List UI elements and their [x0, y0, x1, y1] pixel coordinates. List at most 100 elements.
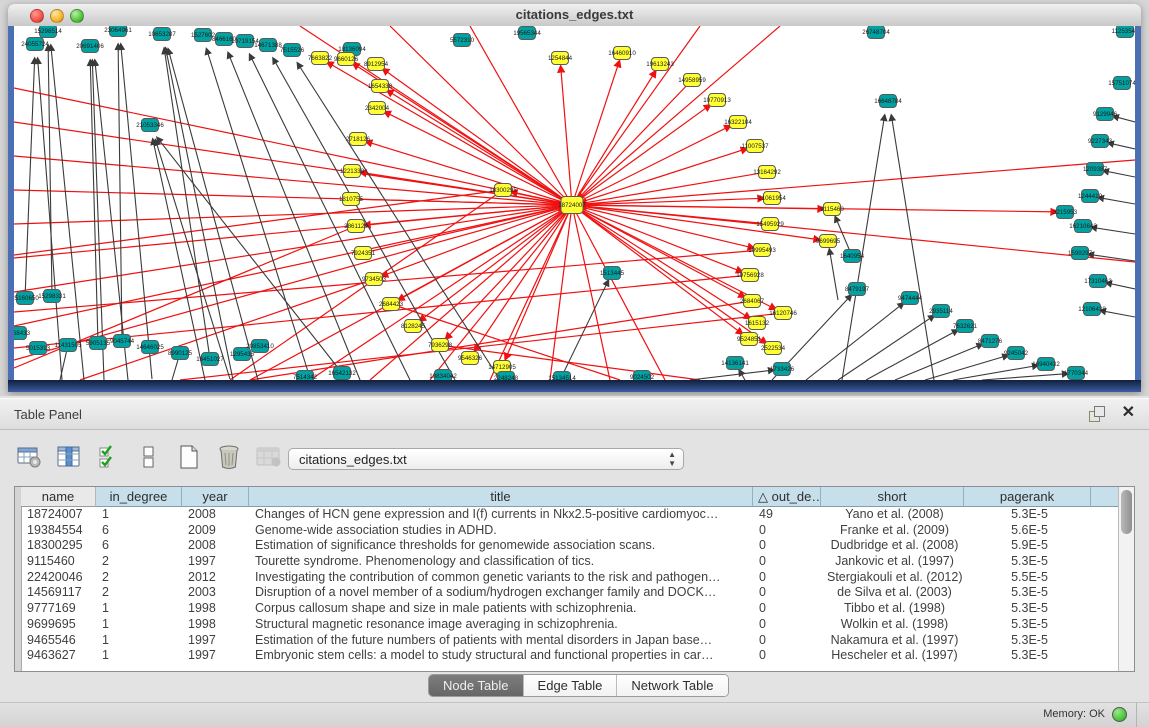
graph-node[interactable]: 15495929: [756, 218, 784, 231]
table-row[interactable]: 1830029562008Estimation of significance …: [21, 538, 1118, 554]
cell-year[interactable]: 1997: [182, 633, 249, 649]
cell-title[interactable]: Estimation of the future numbers of pati…: [249, 633, 753, 649]
cell-in_degree[interactable]: 1: [96, 633, 182, 649]
graph-edge[interactable]: [572, 205, 1057, 212]
graph-node[interactable]: 9546326: [458, 352, 483, 365]
graph-node[interactable]: 21061954: [758, 192, 786, 205]
graph-edge[interactable]: [157, 137, 342, 373]
cell-year[interactable]: 1998: [182, 601, 249, 617]
graph-node[interactable]: 9115460: [820, 203, 844, 216]
cell-short[interactable]: de Silva et al. (2003): [821, 585, 964, 601]
table-row[interactable]: 2242004622012Investigating the contribut…: [21, 570, 1118, 586]
graph-node[interactable]: 2935114: [929, 305, 953, 318]
cell-name[interactable]: 19384554: [21, 523, 96, 539]
cell-out_de[interactable]: 0: [753, 570, 821, 586]
cell-out_de[interactable]: 0: [753, 585, 821, 601]
graph-node[interactable]: 7632621: [953, 320, 978, 333]
network-canvas[interactable]: 2405572415298514206914062306496110653287…: [14, 26, 1135, 380]
cell-in_degree[interactable]: 1: [96, 617, 182, 633]
graph-node[interactable]: 3861129: [344, 220, 368, 233]
graph-node[interactable]: 9699695: [816, 235, 841, 248]
graph-node[interactable]: 13164292: [753, 166, 781, 179]
graph-node[interactable]: 18724007: [558, 197, 586, 214]
graph-node[interactable]: 1733426: [770, 363, 795, 376]
cell-out_de[interactable]: 0: [753, 538, 821, 554]
graph-edge[interactable]: [1098, 197, 1135, 204]
column-header-title[interactable]: title: [249, 487, 753, 507]
cell-title[interactable]: Corpus callosum shape and size in male p…: [249, 601, 753, 617]
cell-out_de[interactable]: 0: [753, 523, 821, 539]
cell-x[interactable]: [1091, 538, 1118, 554]
column-header-pagerank[interactable]: pagerank: [964, 487, 1091, 507]
cell-pagerank[interactable]: 5.3E-5: [964, 648, 1091, 664]
graph-node[interactable]: 10834042: [429, 370, 457, 381]
cell-year[interactable]: 2003: [182, 585, 249, 601]
cell-pagerank[interactable]: 5.9E-5: [964, 538, 1091, 554]
graph-node[interactable]: 9024502: [630, 371, 655, 381]
table-row[interactable]: 1872400712008Changes of HCN gene express…: [21, 507, 1118, 523]
cell-short[interactable]: Tibbo et al. (1998): [821, 601, 964, 617]
cell-x[interactable]: [1091, 617, 1118, 633]
table-row[interactable]: 1938455462009Genome-wide association stu…: [21, 523, 1118, 539]
select-all-checks-icon[interactable]: [94, 442, 124, 472]
graph-edge[interactable]: [474, 205, 572, 351]
graph-node[interactable]: 9068433: [14, 327, 31, 340]
graph-edge[interactable]: [572, 205, 665, 380]
cell-year[interactable]: 1997: [182, 648, 249, 664]
graph-node[interactable]: 24055724: [21, 38, 49, 51]
graph-node[interactable]: 2718126: [346, 133, 371, 146]
graph-node[interactable]: 19756928: [736, 269, 764, 282]
graph-node[interactable]: 16940432: [1032, 358, 1060, 371]
cell-out_de[interactable]: 49: [753, 507, 821, 523]
graph-node[interactable]: 25160650: [14, 292, 39, 305]
cell-x[interactable]: [1091, 601, 1118, 617]
cell-name[interactable]: 22420046: [21, 570, 96, 586]
table-row[interactable]: 977716911998Corpus callosum shape and si…: [21, 601, 1118, 617]
graph-edge[interactable]: [1091, 227, 1135, 234]
graph-edge[interactable]: [390, 26, 572, 205]
graph-edge[interactable]: [572, 126, 731, 205]
tab-network-table[interactable]: Network Table: [617, 675, 727, 696]
cell-name[interactable]: 9463627: [21, 648, 96, 664]
graph-node[interactable]: 9474444: [898, 292, 923, 305]
graph-edge[interactable]: [445, 205, 572, 339]
graph-node[interactable]: 16460910: [608, 47, 636, 60]
cell-x[interactable]: [1091, 648, 1118, 664]
graph-edge[interactable]: [38, 58, 62, 380]
cell-in_degree[interactable]: 6: [96, 523, 182, 539]
graph-edge[interactable]: [1103, 171, 1135, 177]
graph-node[interactable]: 15134514: [548, 372, 576, 381]
graph-edge[interactable]: [561, 66, 572, 205]
cell-year[interactable]: 2009: [182, 523, 249, 539]
graph-node[interactable]: 1513445: [600, 267, 625, 280]
graph-node[interactable]: 3215953: [1053, 206, 1078, 219]
cell-year[interactable]: 1997: [182, 554, 249, 570]
table-row[interactable]: 946554611997Estimation of the future num…: [21, 633, 1118, 649]
graph-node[interactable]: 2522534: [761, 342, 786, 355]
graph-node[interactable]: 16542132: [328, 367, 356, 380]
graph-edge[interactable]: [51, 45, 84, 380]
cell-pagerank[interactable]: 5.6E-5: [964, 523, 1091, 539]
graph-node[interactable]: 1654338: [368, 80, 393, 93]
cell-pagerank[interactable]: 5.3E-5: [964, 617, 1091, 633]
float-panel-icon[interactable]: [1089, 406, 1105, 422]
graph-node[interactable]: 2684067: [740, 295, 765, 308]
table-row[interactable]: 946362711997Embryonic stem cells: a mode…: [21, 648, 1118, 664]
cell-x[interactable]: [1091, 523, 1118, 539]
graph-node[interactable]: 26748704: [862, 26, 890, 39]
cell-pagerank[interactable]: 5.3E-5: [964, 507, 1091, 523]
cell-x[interactable]: [1091, 585, 1118, 601]
graph-node[interactable]: 8471276: [978, 335, 1003, 348]
graph-edge[interactable]: [572, 198, 764, 205]
graph-node[interactable]: 15298331: [38, 290, 66, 303]
cell-pagerank[interactable]: 5.3E-5: [964, 601, 1091, 617]
table-selector-dropdown[interactable]: citations_edges.txt ▲▼: [288, 448, 684, 470]
cell-in_degree[interactable]: 2: [96, 554, 182, 570]
cell-year[interactable]: 1998: [182, 617, 249, 633]
cell-in_degree[interactable]: 1: [96, 507, 182, 523]
graph-node[interactable]: 2248248: [494, 372, 519, 381]
graph-edge[interactable]: [925, 355, 1008, 380]
cell-name[interactable]: 14569117: [21, 585, 96, 601]
graph-node[interactable]: 1770344: [1064, 367, 1089, 380]
cell-in_degree[interactable]: 1: [96, 601, 182, 617]
